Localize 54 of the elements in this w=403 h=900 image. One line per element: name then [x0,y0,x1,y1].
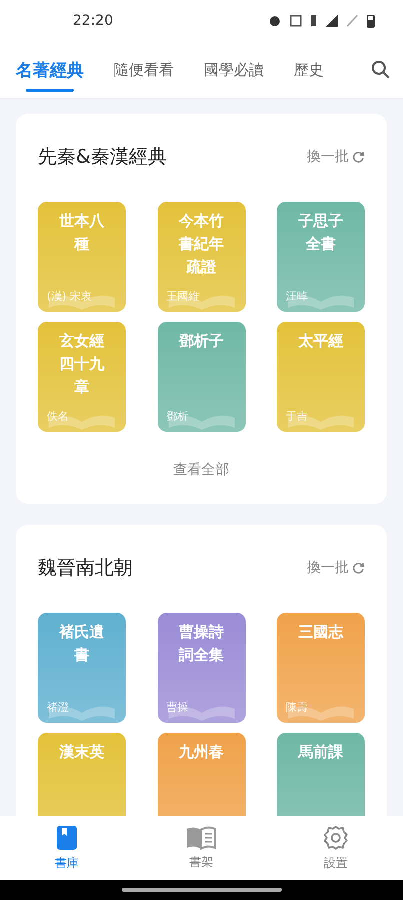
search-icon[interactable] [371,60,391,80]
book-cover[interactable]: 漢末英 [38,733,126,816]
battery-icon [367,14,375,28]
book-cover[interactable]: 世本八種 (漢) 宋衷 [38,202,126,312]
category-tab[interactable]: 歷史 [294,52,324,88]
book-title: 世本八種 [58,211,106,255]
book-cover[interactable]: 鄧析子 鄧析 [158,322,246,432]
refresh-icon [352,562,365,574]
book-title: 子思子全書 [298,211,344,255]
book-cover[interactable]: 玄女經四十九章 佚名 [38,322,126,432]
book-cover[interactable]: 太平經 于吉 [277,322,365,432]
book-author: 曹操 [166,700,188,715]
book-cover[interactable]: 今本竹書紀年疏證 王國維 [158,202,246,312]
book-title: 玄女經四十九章 [58,331,106,398]
book-title: 馬前課 [297,742,344,763]
view-all-link[interactable]: 查看全部 [168,460,236,480]
book-cover[interactable]: 三國志 陳壽 [277,613,365,723]
book-cover[interactable]: 曹操詩詞全集 曹操 [158,613,246,723]
book-title: 褚氏遺書 [58,622,106,666]
book-title: 漢末英 [58,742,106,763]
refresh-button[interactable]: 換一批 [307,148,365,166]
book-author: 王國維 [166,289,200,304]
refresh-button[interactable]: 換一批 [307,559,365,577]
book-cover[interactable]: 馬前課 [277,733,365,816]
signal-icon [326,15,338,27]
book-title: 九州春 [178,742,225,763]
section-title: 魏晉南北朝 [38,556,133,581]
category-tab[interactable]: 國學必讀 [204,52,264,88]
book-cover[interactable]: 子思子全書 汪晫 [277,202,365,312]
book-author: 褚澄 [47,700,69,715]
status-time: 22:20 [73,13,114,29]
book-cover[interactable]: 褚氏遺書 褚澄 [38,613,126,723]
category-tab[interactable]: 名著經典 [16,50,84,90]
settings-icon [322,824,349,850]
book-title: 三國志 [298,622,345,643]
refresh-icon [352,150,365,164]
open-book-icon [186,826,216,850]
book-author: (漢) 宋衷 [47,289,92,304]
book-title: 鄧析子 [178,331,225,352]
book-author: 鄧析 [166,409,188,424]
book-author: 于吉 [286,409,308,424]
nav-item[interactable]: 書架 [161,824,242,872]
book-title: 太平經 [297,331,344,352]
book-icon [56,824,78,850]
book-author: 陳壽 [286,700,308,715]
book-cover[interactable]: 九州春 [158,733,246,816]
nav-item[interactable]: 書庫 [27,824,108,872]
section-title: 先秦&秦漢經典 [38,145,167,170]
nav-item[interactable]: 設置 [296,824,376,872]
book-title: 曹操詩詞全集 [178,622,225,666]
book-author: 汪晫 [286,289,308,304]
book-author: 佚名 [47,409,69,424]
category-tab[interactable]: 隨便看看 [114,52,174,88]
book-title: 今本竹書紀年疏證 [178,211,225,278]
